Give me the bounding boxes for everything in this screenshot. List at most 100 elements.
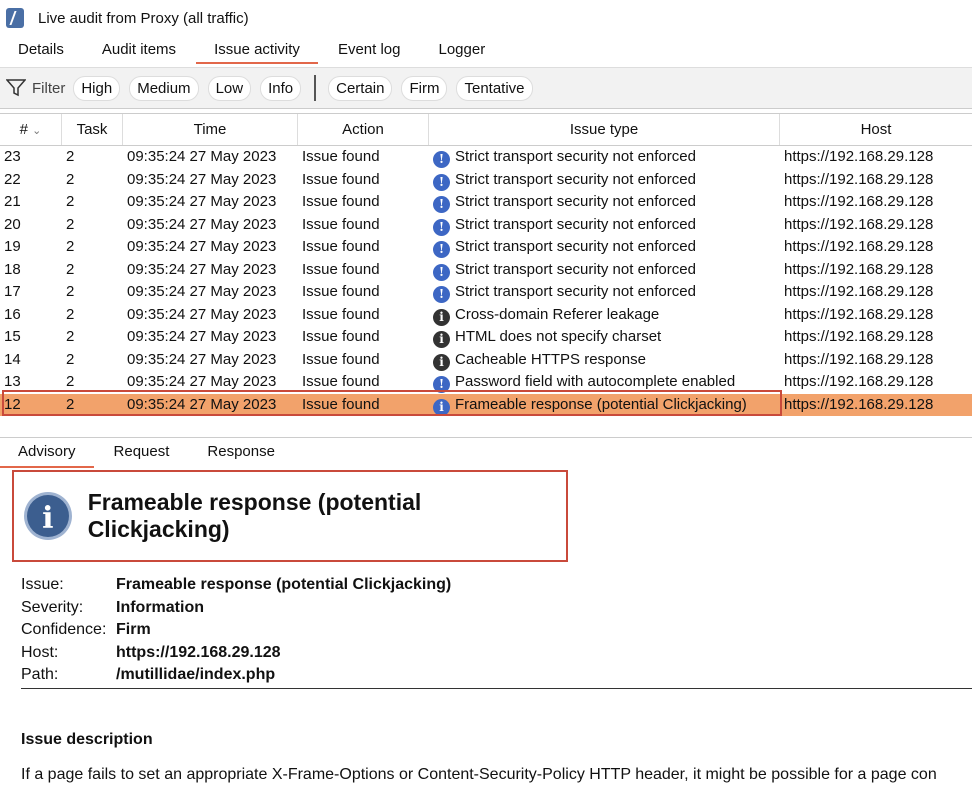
info-severity-icon: ! — [433, 241, 450, 258]
row-action: Issue found — [302, 395, 380, 413]
tab-response[interactable]: Response — [207, 438, 293, 468]
table-row[interactable]: 16 2 09:35:24 27 May 2023 Issue found i Cross… — [0, 304, 972, 327]
row-time: 09:35:24 27 May 2023 — [127, 373, 277, 390]
table-row[interactable]: 14 2 09:35:24 27 May 2023 Issue found i Cache… — [0, 349, 972, 372]
row-host: https://192.168.29.128 — [784, 283, 934, 300]
info-severity-icon: ! — [433, 218, 450, 236]
detail-value: Frameable response (potential Clickjacki… — [116, 576, 452, 593]
row-time: 09:35:24 27 May 2023 — [127, 238, 277, 255]
row-number: 15 — [4, 328, 21, 345]
table-header: # ⌄ Task Time Action Issue type Host — [0, 114, 972, 146]
row-task: 2 — [66, 305, 75, 323]
row-action: Issue found — [302, 373, 380, 390]
filter-label[interactable]: Filter — [32, 80, 65, 97]
column-header-task[interactable]: Task — [62, 114, 123, 145]
tab-advisory[interactable]: Advisory — [0, 438, 94, 468]
issue-description-heading: Issue description — [21, 731, 153, 748]
row-issue-type: i Cacheable HTTPS response — [429, 349, 780, 372]
info-severity-icon: i — [433, 331, 450, 348]
row-host: https://192.168.29.128 — [784, 193, 934, 210]
tab-details[interactable]: Details — [18, 36, 82, 66]
row-time: 09:35:24 27 May 2023 — [127, 395, 277, 413]
row-issue-type: i Cross-domain Referer leakage — [429, 304, 780, 327]
table-row[interactable]: 17 2 09:35:24 27 May 2023 Issue found ! Stric… — [0, 281, 972, 304]
row-host: https://192.168.29.128 — [784, 260, 934, 278]
row-issue-type: ! Strict transport security not enforced — [429, 281, 780, 304]
tab-logger[interactable]: Logger — [438, 36, 503, 66]
info-severity-icon: ! — [433, 263, 450, 281]
row-issue-type: i Frameable response (potential Clickjack… — [429, 394, 780, 417]
advisory-header: i Frameable response (potential Clickjac… — [12, 470, 568, 562]
row-issue-type: i HTML does not specify charset — [429, 326, 780, 349]
table-row[interactable]: 13 2 09:35:24 27 May 2023 Issue found ! Passw… — [0, 371, 972, 394]
table-row[interactable]: 18 2 09:35:24 27 May 2023 Issue found ! Stric… — [0, 259, 972, 282]
title-bar: Live audit from Proxy (all traffic) — [0, 0, 972, 36]
row-number: 13 — [4, 373, 21, 390]
row-host: https://192.168.29.128 — [784, 373, 934, 390]
row-host: https://192.168.29.128 — [784, 170, 934, 188]
row-time: 09:35:24 27 May 2023 — [127, 305, 277, 323]
issue-activity-table: # ⌄ Task Time Action Issue type Host 23 2… — [0, 113, 972, 431]
table-row[interactable]: 21 2 09:35:24 27 May 2023 Issue found ! Stric… — [0, 191, 972, 214]
row-issue-type: ! Strict transport security not enforced — [429, 214, 780, 237]
row-task: 2 — [66, 193, 75, 210]
row-host: https://192.168.29.128 — [784, 148, 934, 165]
row-time: 09:35:24 27 May 2023 — [127, 170, 277, 188]
row-host: https://192.168.29.128 — [784, 238, 934, 255]
filter-chip-medium[interactable]: Medium — [129, 75, 199, 101]
table-row[interactable]: 23 2 09:35:24 27 May 2023 Issue found ! Stric… — [0, 146, 972, 169]
row-time: 09:35:24 27 May 2023 — [127, 328, 277, 345]
row-time: 09:35:24 27 May 2023 — [127, 283, 277, 300]
row-task: 2 — [66, 350, 75, 368]
table-row[interactable]: 15 2 09:35:24 27 May 2023 Issue found i HTML … — [0, 326, 972, 349]
detail-label: Issue: — [21, 576, 64, 593]
row-number: 19 — [4, 238, 21, 255]
info-severity-icon: ! — [433, 173, 450, 191]
table-row[interactable]: 22 2 09:35:24 27 May 2023 Issue found! Stric… — [0, 169, 972, 192]
filter-chip-high[interactable]: High — [73, 75, 121, 101]
row-issue-type: ! Strict transport security not enforced — [429, 236, 780, 259]
row-host: https://192.168.29.128 — [784, 395, 934, 413]
row-action: Issue found — [302, 350, 380, 368]
sort-chevron-icon: ⌄ — [32, 125, 42, 137]
filter-funnel-icon[interactable] — [6, 79, 26, 97]
row-issue-type: ! Strict transport security not enforced — [429, 169, 780, 192]
row-task: 2 — [66, 148, 75, 165]
detail-value: /mutillidae/index.php — [116, 666, 276, 683]
tab-request[interactable]: Request — [114, 438, 188, 468]
tab-event-log[interactable]: Event log — [338, 36, 419, 66]
tab-issue-activity[interactable]: Issue activity — [196, 36, 318, 66]
filter-chip-firm[interactable]: Firm — [401, 75, 448, 101]
row-number: 20 — [4, 215, 21, 233]
filter-chip-tentative[interactable]: Tentative — [456, 75, 533, 101]
row-number: 14 — [4, 350, 21, 368]
row-number: 16 — [4, 305, 21, 323]
detail-label: Confidence: — [21, 621, 107, 638]
row-task: 2 — [66, 283, 75, 300]
table-row[interactable]: 20 2 09:35:24 27 May 2023 Issue found ! Stric… — [0, 214, 972, 237]
filter-chip-certain[interactable]: Certain — [328, 75, 393, 101]
column-header-time[interactable]: Time — [123, 114, 298, 145]
row-task: 2 — [66, 328, 75, 345]
table-row[interactable]: 19 2 09:35:24 27 May 2023 Issue found ! Stric… — [0, 236, 972, 259]
row-time: 09:35:24 27 May 2023 — [127, 215, 277, 233]
detail-row-severity: Severity: Information — [21, 597, 961, 620]
filter-chip-low[interactable]: Low — [207, 75, 252, 101]
filter-chip-info[interactable]: Info — [260, 75, 302, 101]
section-divider — [21, 688, 972, 689]
filter-bar: Filter High Medium Low Info Certain Firm… — [0, 67, 972, 109]
column-header-action[interactable]: Action — [298, 114, 429, 145]
column-header-issue-type[interactable]: Issue type — [429, 114, 780, 145]
table-row-selected[interactable]: 12 2 09:35:24 27 May 2023 Issue found i Frame… — [0, 393, 972, 417]
row-action: Issue found — [302, 328, 380, 345]
tab-audit-items[interactable]: Audit items — [102, 36, 194, 66]
column-header-number[interactable]: # ⌄ — [0, 114, 62, 145]
detail-value: Firm — [116, 621, 151, 638]
row-number: 18 — [4, 260, 21, 278]
detail-tab-bar: Advisory Request Response — [0, 437, 972, 468]
row-action: Issue found — [302, 260, 380, 278]
issue-description-text: If a page fails to set an appropriate X-… — [21, 766, 937, 783]
column-header-host[interactable]: Host — [780, 114, 972, 145]
burp-app-icon — [6, 8, 24, 28]
row-action: Issue found — [302, 193, 380, 210]
